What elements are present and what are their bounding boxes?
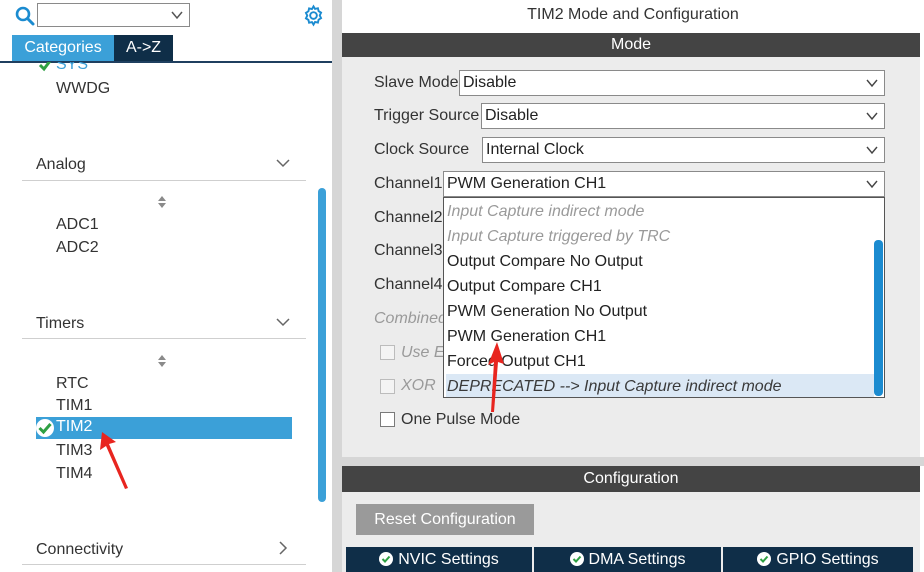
trigger-source-value: Disable <box>485 107 539 124</box>
channel1-select[interactable]: PWM Generation CH1 <box>443 171 885 197</box>
chevron-down-icon[interactable] <box>276 158 290 168</box>
dropdown-option[interactable]: Output Compare No Output <box>446 249 874 274</box>
panel-splitter[interactable] <box>332 0 342 572</box>
xor-label: XOR <box>401 377 436 394</box>
section-timers[interactable]: Timers <box>36 315 84 333</box>
check-circle-icon <box>757 552 772 566</box>
tree-item-label: TIM2 <box>56 418 93 435</box>
tree-item-rtc[interactable]: RTC <box>56 375 89 393</box>
tab-dma-settings[interactable]: DMA Settings <box>534 547 721 572</box>
check-circle-icon <box>36 419 54 437</box>
dropdown-option[interactable]: Forced Output CH1 <box>446 349 874 374</box>
search-combo[interactable] <box>37 3 190 27</box>
use-etr-checkbox <box>380 345 395 360</box>
tab-label: NVIC Settings <box>398 551 499 568</box>
tree-item-wwdg[interactable]: WWDG <box>56 80 110 98</box>
tree-item-tim1[interactable]: TIM1 <box>56 397 92 415</box>
dropdown-option: Input Capture triggered by TRC <box>447 228 671 245</box>
use-etr-label: Use E <box>401 344 445 361</box>
tree-item-tim2[interactable]: TIM2 <box>36 417 292 439</box>
tab-nvic-settings[interactable]: NVIC Settings <box>346 547 532 572</box>
tab-gpio-settings[interactable]: GPIO Settings <box>723 547 913 572</box>
dropdown-option[interactable]: PWM Generation No Output <box>446 299 874 324</box>
gear-icon[interactable] <box>302 4 325 27</box>
channel1-value: PWM Generation CH1 <box>447 175 607 192</box>
xor-checkbox <box>380 379 395 394</box>
dropdown-option-pwm-ch1[interactable]: PWM Generation CH1 <box>446 324 874 349</box>
category-tree: SYS WWDG Analog ADC1 ADC2 Timers RTC TIM… <box>22 62 306 572</box>
tab-label: GPIO Settings <box>776 551 879 568</box>
section-analog[interactable]: Analog <box>36 156 86 174</box>
section-divider <box>22 180 306 181</box>
combined-channels-label: Combined <box>374 310 447 327</box>
trigger-source-select[interactable]: Disable <box>481 103 885 129</box>
tree-item-adc1[interactable]: ADC1 <box>56 216 99 234</box>
dropdown-scrollbar-thumb[interactable] <box>874 240 883 396</box>
chevron-down-icon <box>866 79 878 88</box>
channel3-label: Channel3 <box>374 242 443 259</box>
channel1-dropdown-list[interactable]: Input Capture indirect mode Input Captur… <box>443 197 885 398</box>
reset-configuration-button[interactable]: Reset Configuration <box>356 504 534 535</box>
tab-a-to-z[interactable]: A->Z <box>114 35 173 61</box>
clock-source-label: Clock Source <box>374 141 470 158</box>
configuration-header: Configuration <box>342 466 920 492</box>
tab-categories[interactable]: Categories <box>12 35 114 61</box>
dropdown-option: Input Capture indirect mode <box>447 203 645 220</box>
mode-header: Mode <box>342 33 920 57</box>
check-circle-icon <box>569 552 584 566</box>
channel2-label: Channel2 <box>374 209 443 226</box>
tab-label: DMA Settings <box>588 551 686 568</box>
left-panel: Categories A->Z SYS WWDG Analog ADC1 ADC… <box>0 0 332 572</box>
page-title: TIM2 Mode and Configuration <box>527 6 739 23</box>
trigger-source-label: Trigger Source <box>374 107 480 124</box>
section-splitter[interactable] <box>342 457 924 466</box>
dropdown-option-hovered[interactable]: DEPRECATED --> Input Capture indirect mo… <box>446 374 874 397</box>
chevron-down-icon <box>866 146 878 155</box>
search-icon[interactable] <box>14 5 36 27</box>
section-divider <box>22 338 306 339</box>
section-connectivity[interactable]: Connectivity <box>36 541 123 559</box>
section-divider <box>22 564 306 565</box>
clock-source-select[interactable]: Internal Clock <box>482 137 885 163</box>
channel4-label: Channel4 <box>374 276 443 293</box>
sort-arrows-icon[interactable] <box>156 353 168 369</box>
one-pulse-mode-label[interactable]: One Pulse Mode <box>401 411 520 429</box>
slave-mode-label: Slave Mode <box>374 74 459 91</box>
chevron-down-icon <box>866 180 878 189</box>
configuration-body: Reset Configuration NVIC Settings DMA Se… <box>342 492 920 572</box>
left-scrollbar-thumb[interactable] <box>318 188 326 502</box>
chevron-right-icon[interactable] <box>278 541 288 555</box>
chevron-down-icon <box>171 11 183 20</box>
channel1-label: Channel1 <box>374 175 443 192</box>
chevron-down-icon <box>866 112 878 121</box>
chevron-down-icon[interactable] <box>276 317 290 327</box>
check-icon <box>38 62 52 72</box>
check-circle-icon <box>379 552 394 566</box>
right-panel: TIM2 Mode and Configuration Mode Slave M… <box>342 0 924 572</box>
tree-item-tim3[interactable]: TIM3 <box>56 442 92 460</box>
tree-item-sys[interactable]: SYS <box>56 62 88 74</box>
clock-source-value: Internal Clock <box>486 141 584 158</box>
slave-mode-value: Disable <box>463 74 517 91</box>
slave-mode-select[interactable]: Disable <box>459 70 885 96</box>
dropdown-option[interactable]: Output Compare CH1 <box>446 274 874 299</box>
tree-item-tim4[interactable]: TIM4 <box>56 465 92 483</box>
tree-item-adc2[interactable]: ADC2 <box>56 239 99 257</box>
one-pulse-mode-checkbox[interactable] <box>380 412 395 427</box>
sort-arrows-icon[interactable] <box>156 194 168 210</box>
